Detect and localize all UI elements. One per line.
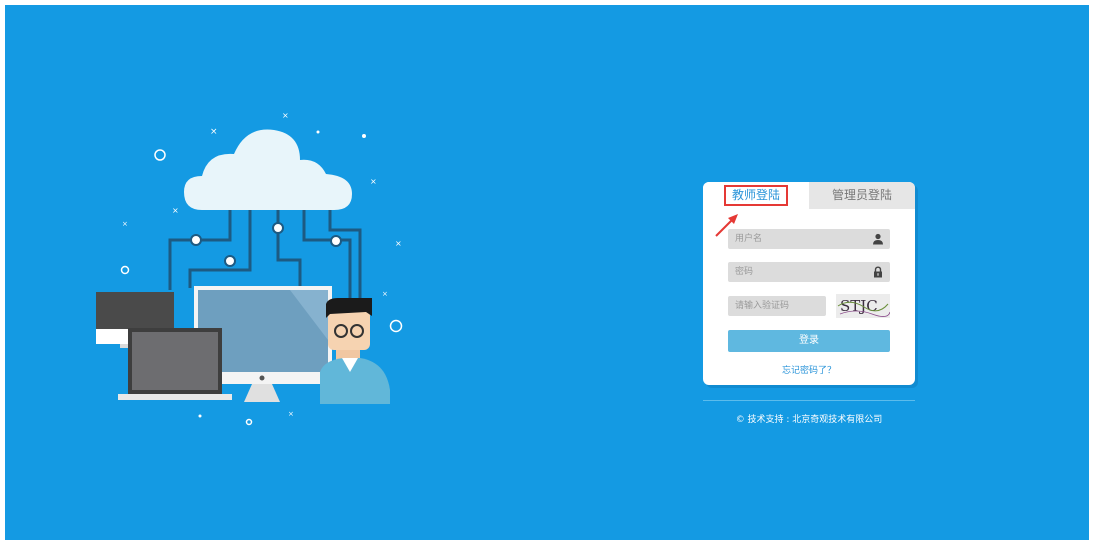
svg-text:×: × — [210, 127, 218, 137]
password-field — [728, 262, 890, 282]
forgot-password-link[interactable]: 忘记密码了？ — [703, 363, 915, 376]
password-input[interactable] — [728, 262, 875, 282]
laptop-icon — [118, 328, 232, 400]
username-field — [728, 229, 890, 249]
login-tabs: 教师登陆 管理员登陆 — [703, 182, 915, 209]
cloud-icon — [184, 129, 352, 210]
red-arrow-annotation — [715, 214, 738, 237]
tab-teacher-label: 教师登陆 — [723, 185, 788, 206]
cloud-computing-illustration: × × × × × × × × — [96, 111, 403, 426]
tab-teacher-login[interactable]: 教师登陆 — [703, 182, 809, 209]
captcha-image[interactable]: STJC — [836, 294, 890, 318]
login-button[interactable]: 登录 — [728, 330, 890, 352]
copyright-footer: © 技术支持 : 北京奇观技术有限公司 — [735, 415, 883, 425]
svg-text:×: × — [370, 177, 377, 186]
svg-text:×: × — [282, 111, 289, 120]
captcha-field — [728, 296, 826, 316]
username-input[interactable] — [728, 229, 875, 249]
captcha-input[interactable] — [728, 296, 825, 316]
svg-text:×: × — [172, 206, 179, 215]
lock-icon — [874, 266, 882, 278]
footer-divider — [703, 400, 915, 401]
tab-admin-label: 管理员登陆 — [831, 188, 892, 202]
svg-text:×: × — [395, 239, 402, 248]
svg-text:×: × — [382, 290, 388, 298]
svg-text:×: × — [288, 410, 294, 418]
tab-admin-login[interactable]: 管理员登陆 — [809, 182, 915, 209]
user-icon — [873, 233, 883, 245]
svg-text:×: × — [122, 220, 128, 228]
